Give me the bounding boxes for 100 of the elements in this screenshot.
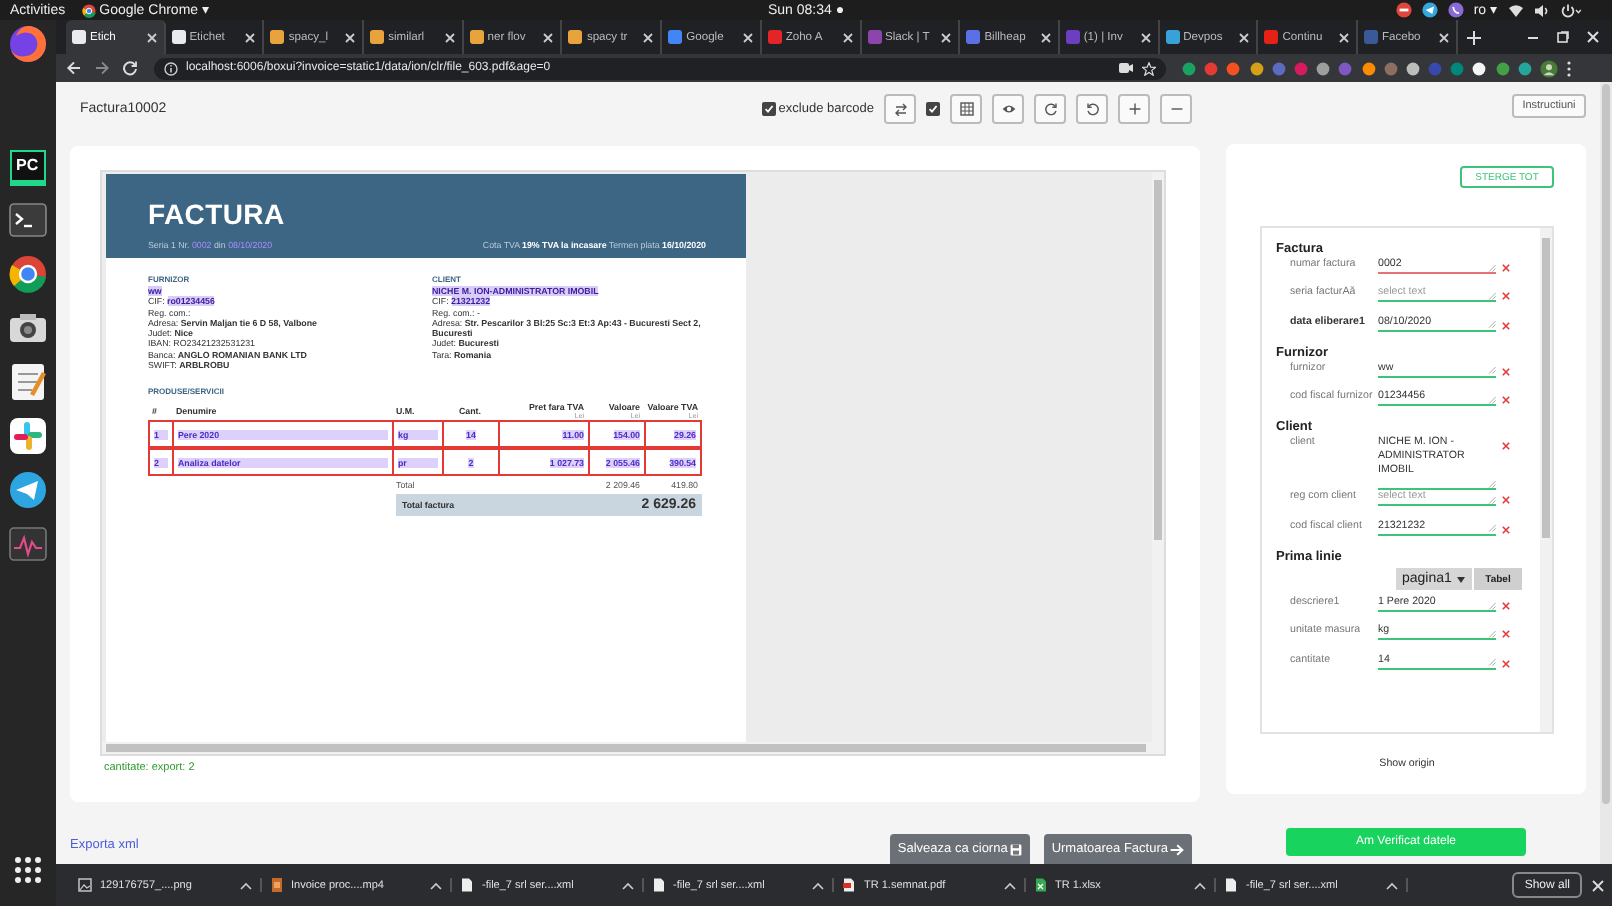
clear-icon[interactable]: [1502, 659, 1510, 668]
browser-icon: [81, 3, 96, 17]
clear-icon[interactable]: [1502, 292, 1510, 301]
tab-icon: [1363, 30, 1378, 44]
chart-icon[interactable]: [8, 524, 48, 564]
resize-handle-icon[interactable]: [1488, 263, 1496, 271]
forward-icon[interactable]: [94, 60, 110, 76]
close-icon[interactable]: [1238, 31, 1251, 43]
close-icon[interactable]: [1039, 31, 1052, 43]
paper-plane-icon[interactable]: [8, 470, 48, 510]
resize-handle-icon[interactable]: [1488, 524, 1496, 533]
caret-up-icon[interactable]: [430, 881, 442, 889]
resize-handle-icon[interactable]: [1488, 658, 1496, 667]
phone-bubble-icon[interactable]: [1447, 2, 1464, 18]
clear-icon[interactable]: [1502, 367, 1510, 376]
network-icon[interactable]: [1508, 3, 1524, 17]
tool-button[interactable]: [1034, 94, 1066, 124]
eye-icon: [1001, 102, 1015, 116]
caret-down-icon: [1456, 575, 1466, 584]
info-icon: [164, 61, 178, 75]
stop-icon[interactable]: [1395, 2, 1412, 18]
resize-handle-icon[interactable]: [1488, 366, 1496, 375]
clear-icon[interactable]: [1502, 525, 1510, 534]
close-icon[interactable]: [244, 31, 257, 43]
document-icon: [1224, 878, 1238, 892]
scrollbar[interactable]: [1540, 228, 1552, 732]
close-icon[interactable]: [1139, 31, 1152, 43]
power-icon[interactable]: [1560, 3, 1582, 17]
scrollbar[interactable]: [1152, 172, 1164, 742]
clear-icon[interactable]: [1502, 496, 1510, 505]
notepad-icon[interactable]: [8, 362, 48, 402]
resize-handle-icon[interactable]: [1488, 395, 1496, 404]
checkbox[interactable]: [762, 102, 777, 116]
resize-handle-icon[interactable]: [1488, 291, 1496, 300]
clear-icon[interactable]: [1502, 630, 1510, 639]
clear-icon[interactable]: [1502, 321, 1510, 330]
caret-up-icon[interactable]: [1385, 881, 1397, 889]
ide-icon[interactable]: PC: [10, 150, 46, 186]
resize-handle-icon[interactable]: [1488, 629, 1496, 638]
caret-up-icon[interactable]: [1003, 881, 1015, 889]
scrollbar[interactable]: [102, 742, 1164, 754]
rotate-right-icon: [1043, 102, 1057, 116]
caret-up-icon[interactable]: [239, 881, 251, 889]
browser-icon[interactable]: [8, 254, 48, 294]
resize-handle-icon[interactable]: [1488, 320, 1496, 329]
caret-up-icon[interactable]: [812, 881, 824, 889]
tool-button[interactable]: [950, 94, 982, 124]
back-icon[interactable]: [66, 60, 82, 76]
close-icon[interactable]: [1437, 31, 1450, 43]
close-icon[interactable]: [443, 31, 456, 43]
apps-grid-icon[interactable]: [12, 854, 44, 886]
tab-icon: [1065, 30, 1080, 44]
camera-icon[interactable]: [1118, 62, 1134, 74]
clear-icon[interactable]: [1502, 602, 1510, 611]
tool-button[interactable]: [1160, 94, 1192, 124]
close-icon[interactable]: [1337, 31, 1350, 43]
plus-icon: [1127, 102, 1141, 116]
tool-button[interactable]: [884, 94, 916, 124]
restore-icon[interactable]: [1556, 30, 1570, 44]
invoice-title: FACTURA: [148, 198, 287, 230]
new-tab-icon[interactable]: [1465, 29, 1482, 45]
caret-up-icon[interactable]: [1194, 881, 1206, 889]
document-icon: [651, 878, 665, 892]
tool-button[interactable]: [1118, 94, 1150, 124]
close-icon[interactable]: [741, 31, 754, 43]
tab-icon: [867, 30, 881, 44]
terminal-icon[interactable]: [8, 200, 48, 240]
camera-icon[interactable]: [8, 308, 48, 348]
pinwheel-icon[interactable]: [8, 416, 48, 456]
tool-button[interactable]: [1076, 94, 1108, 124]
resize-handle-icon[interactable]: [1488, 495, 1496, 504]
image-file-icon: [78, 878, 92, 892]
avatar-icon[interactable]: [1540, 59, 1558, 77]
close-icon[interactable]: [642, 31, 655, 43]
tool-button[interactable]: [992, 94, 1024, 124]
menu-icon[interactable]: [1566, 59, 1573, 77]
close-icon[interactable]: [841, 31, 853, 43]
checkbox[interactable]: [926, 102, 940, 116]
close-icon[interactable]: [145, 31, 158, 43]
clear-icon[interactable]: [1502, 396, 1510, 405]
tab-icon: [270, 30, 285, 44]
paper-plane-icon[interactable]: [1421, 2, 1438, 18]
tab-icon: [966, 30, 981, 44]
video-file-icon: [269, 878, 283, 892]
resize-handle-icon[interactable]: [1488, 601, 1496, 610]
clear-icon[interactable]: [1502, 442, 1510, 451]
close-icon[interactable]: [1586, 30, 1600, 44]
scrollbar[interactable]: [1600, 82, 1612, 864]
volume-icon[interactable]: [1534, 3, 1550, 17]
tab-icon: [171, 30, 186, 44]
resize-handle-icon[interactable]: [1488, 479, 1496, 488]
close-icon[interactable]: [542, 31, 555, 43]
reload-icon[interactable]: [122, 60, 138, 76]
caret-up-icon[interactable]: [621, 881, 633, 889]
star-icon[interactable]: [1142, 61, 1156, 75]
close-icon[interactable]: [940, 31, 953, 43]
clear-icon[interactable]: [1502, 264, 1510, 272]
close-icon[interactable]: [1592, 879, 1604, 891]
close-icon[interactable]: [344, 31, 357, 43]
arrow-right-icon: [1170, 843, 1184, 855]
